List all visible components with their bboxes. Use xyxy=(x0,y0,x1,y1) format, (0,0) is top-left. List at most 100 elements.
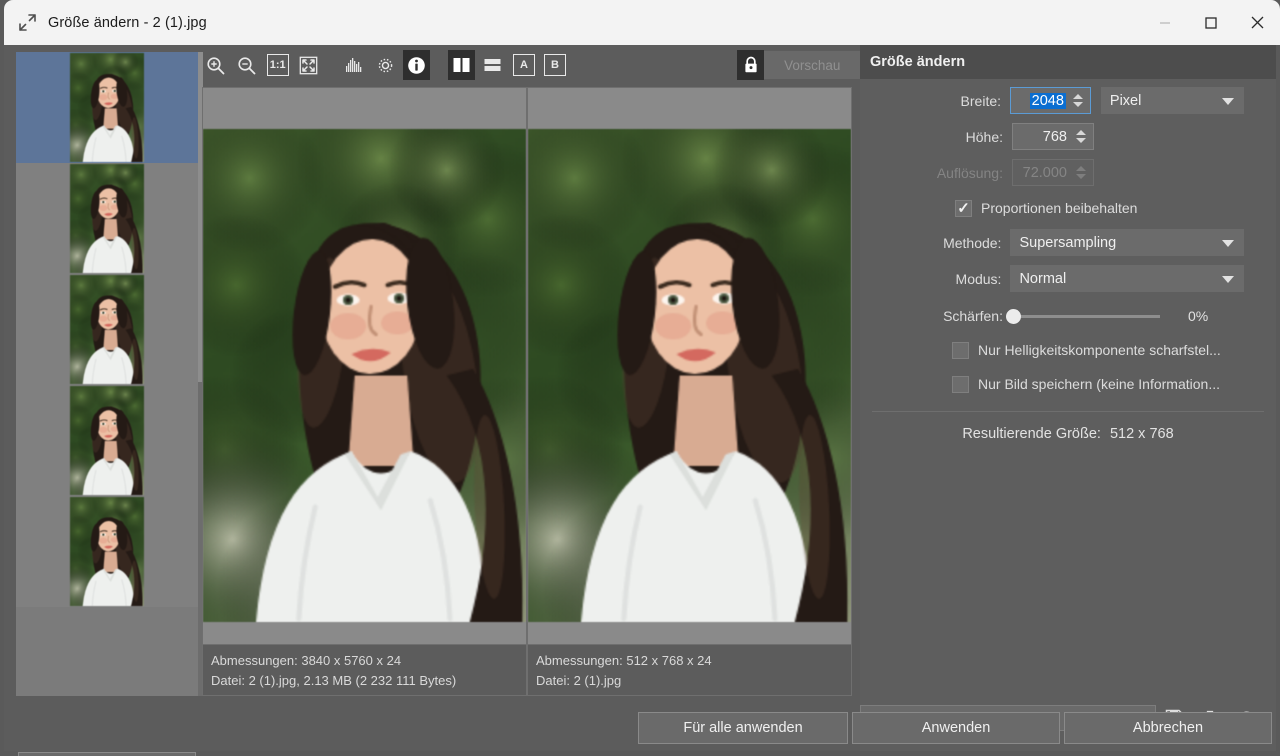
check-icon: ✓ xyxy=(957,199,970,217)
actual-size-label: 1:1 xyxy=(266,54,289,76)
stepper-down-icon[interactable] xyxy=(1072,102,1083,107)
original-info-bar: Abmessungen: 3840 x 5760 x 24 Datei: 2 (… xyxy=(203,644,526,695)
view-a-label: A xyxy=(512,54,535,76)
thumbnail-list[interactable] xyxy=(16,52,198,696)
width-value: 2048 xyxy=(1029,92,1066,109)
sharpen-slider-handle[interactable] xyxy=(1006,308,1021,324)
sharpen-label: Schärfen: xyxy=(943,308,1003,324)
split-horizontal-icon[interactable] xyxy=(479,50,506,80)
resize-dialog-window: Größe ändern - 2 (1).jpg 1:1 A B Vorscha… xyxy=(0,0,1280,756)
luminance-only-label: Nur Helligkeitskomponente scharfstel... xyxy=(978,342,1221,358)
original-file-info: Datei: 2 (1).jpg, 2.13 MB (2 232 111 Byt… xyxy=(211,673,457,688)
width-stepper[interactable] xyxy=(1067,88,1089,113)
lock-icon[interactable] xyxy=(737,50,765,80)
panel-title: Größe ändern xyxy=(860,45,1276,79)
view-b-label: B xyxy=(544,54,567,76)
unit-dropdown[interactable]: Pixel xyxy=(1100,87,1245,114)
resolution-row: Auflösung: 72.000 xyxy=(860,158,1276,187)
chevron-down-icon xyxy=(1222,240,1234,247)
sharpen-slider[interactable] xyxy=(1006,308,1160,324)
stepper-down-icon[interactable] xyxy=(1076,138,1086,143)
result-preview-pane[interactable]: Abmessungen: 512 x 768 x 24 Datei: 2 (1)… xyxy=(527,87,852,696)
apply-all-button[interactable]: Für alle anwenden xyxy=(638,712,848,744)
chevron-down-icon xyxy=(1222,276,1234,283)
mode-label: Modus: xyxy=(955,270,1002,287)
info-icon[interactable] xyxy=(402,50,430,80)
thumbnail-item-3[interactable] xyxy=(16,274,198,385)
result-size-value: 512 x 768 xyxy=(1109,426,1174,442)
apply-button[interactable]: Anwenden xyxy=(852,712,1060,744)
unit-value: Pixel xyxy=(1109,92,1142,109)
sharpen-value: 0% xyxy=(1188,308,1209,324)
sharpen-row: Schärfen: 0% xyxy=(860,303,1276,329)
resolution-input: 72.000 xyxy=(1012,159,1094,186)
minimize-button[interactable] xyxy=(1142,1,1188,45)
resize-settings-panel: Größe ändern Breite: 2048 Pixel Höhe: 76… xyxy=(860,45,1276,751)
width-input[interactable]: 2048 xyxy=(1010,87,1091,114)
view-b-button[interactable]: B xyxy=(542,50,569,80)
panel-divider xyxy=(872,411,1264,412)
luminance-only-checkbox[interactable] xyxy=(952,341,969,359)
thumbnail-image xyxy=(70,275,144,384)
result-file-info: Datei: 2 (1).jpg xyxy=(536,673,622,688)
dialog-body: Entfernen 1:1 xyxy=(4,45,1276,756)
stepper-down-icon xyxy=(1076,174,1086,179)
thumbnail-image xyxy=(70,497,144,606)
result-info-bar: Abmessungen: 512 x 768 x 24 Datei: 2 (1)… xyxy=(528,644,851,695)
height-stepper[interactable] xyxy=(1070,124,1092,149)
thumbnail-item-5[interactable] xyxy=(16,496,198,607)
preview-button[interactable]: Vorschau xyxy=(764,51,861,79)
stepper-up-icon xyxy=(1076,166,1086,171)
result-image xyxy=(528,129,851,622)
height-input[interactable]: 768 xyxy=(1012,123,1094,150)
width-row: Breite: 2048 Pixel xyxy=(860,86,1276,115)
dialog-action-bar: Für alle anwenden Anwenden Abbrechen xyxy=(4,712,1276,744)
method-row: Methode: Supersampling xyxy=(860,228,1276,257)
split-vertical-icon[interactable] xyxy=(448,50,476,80)
resolution-label: Auflösung: xyxy=(936,164,1003,181)
method-dropdown[interactable]: Supersampling xyxy=(1010,229,1244,256)
stepper-up-icon[interactable] xyxy=(1072,94,1083,99)
remove-button[interactable]: Entfernen xyxy=(18,752,196,756)
original-preview-pane[interactable]: Abmessungen: 3840 x 5760 x 24 Datei: 2 (… xyxy=(202,87,527,696)
keep-aspect-row[interactable]: ✓ Proportionen beibehalten xyxy=(860,195,1276,221)
gear-icon[interactable] xyxy=(372,50,399,80)
close-button[interactable] xyxy=(1234,1,1280,45)
fit-screen-icon[interactable] xyxy=(295,50,322,80)
mode-dropdown[interactable]: Normal xyxy=(1010,265,1244,292)
height-label: Höhe: xyxy=(965,128,1003,145)
mode-row: Modus: Normal xyxy=(860,264,1276,293)
zoom-out-icon[interactable] xyxy=(233,50,260,80)
thumbnail-image xyxy=(70,53,144,162)
original-dimensions: Abmessungen: 3840 x 5760 x 24 xyxy=(211,653,402,668)
thumbnail-image xyxy=(70,386,144,495)
resize-arrows-icon xyxy=(12,8,42,38)
stepper-up-icon[interactable] xyxy=(1076,130,1086,135)
image-only-label: Nur Bild speichern (keine Information... xyxy=(978,376,1220,392)
result-size-label: Resultierende Größe: xyxy=(962,426,1101,442)
chevron-down-icon xyxy=(1222,98,1235,105)
luminance-only-row[interactable]: Nur Helligkeitskomponente scharfstel... xyxy=(860,337,1276,363)
method-label: Methode: xyxy=(943,234,1002,251)
mode-value: Normal xyxy=(1019,270,1067,287)
image-only-row[interactable]: Nur Bild speichern (keine Information... xyxy=(860,371,1276,397)
title-bar: Größe ändern - 2 (1).jpg xyxy=(4,0,1280,45)
view-a-button[interactable]: A xyxy=(510,50,537,80)
keep-aspect-checkbox[interactable]: ✓ xyxy=(955,199,972,217)
actual-size-button[interactable]: 1:1 xyxy=(264,50,291,80)
keep-aspect-label: Proportionen beibehalten xyxy=(981,200,1138,216)
preview-toolbar: 1:1 A B Vorschau xyxy=(200,45,861,85)
original-image xyxy=(203,129,526,622)
height-row: Höhe: 768 xyxy=(860,122,1276,151)
thumbnail-item-4[interactable] xyxy=(16,385,198,496)
thumbnail-item-2[interactable] xyxy=(16,163,198,274)
maximize-button[interactable] xyxy=(1188,1,1234,45)
thumbnail-item-1[interactable] xyxy=(16,52,198,163)
zoom-in-icon[interactable] xyxy=(202,50,229,80)
result-size-row: Resultierende Größe: 512 x 768 xyxy=(860,421,1276,447)
method-value: Supersampling xyxy=(1019,234,1117,251)
result-dimensions: Abmessungen: 512 x 768 x 24 xyxy=(536,653,712,668)
histogram-icon[interactable] xyxy=(341,50,368,80)
cancel-button[interactable]: Abbrechen xyxy=(1064,712,1272,744)
image-only-checkbox[interactable] xyxy=(952,375,969,393)
